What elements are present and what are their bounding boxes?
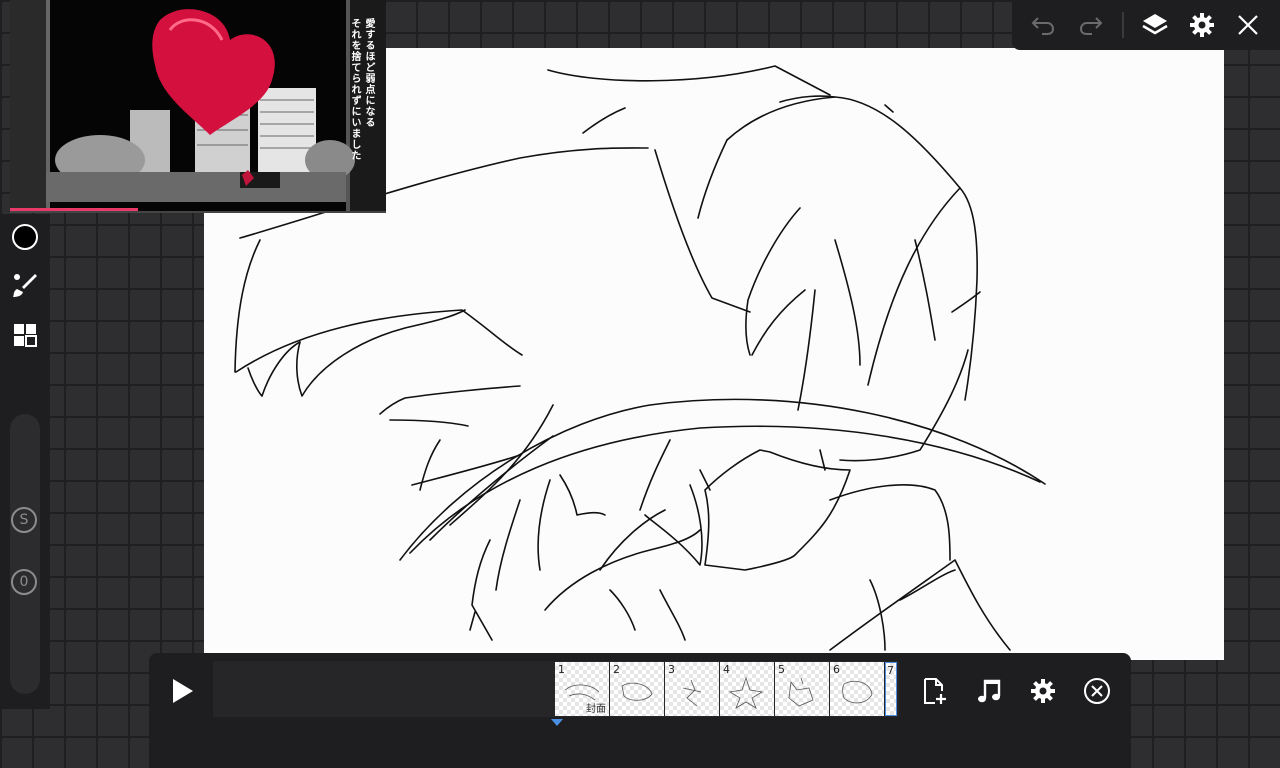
frame-number: 5 [778,663,785,676]
frame-sketch-preview [682,679,702,707]
layers-button[interactable] [1136,6,1174,44]
cover-label: 封面 [586,704,606,715]
gear-icon [1190,13,1214,37]
frame-number: 7 [887,664,894,677]
add-frame-icon [924,678,946,704]
toolbar-divider [1122,12,1124,38]
frame-number: 6 [833,663,840,676]
play-icon [173,679,193,703]
timeline-panel: 1 封面 2 3 4 5 6 7 [149,653,1131,768]
reference-progress-bar [10,208,138,211]
close-icon [1238,15,1258,35]
timeline-settings-button[interactable] [1023,671,1063,711]
brush-icon [13,274,37,297]
frame-sketch-preview [621,682,653,701]
frame-number: 1 [558,663,565,676]
frame-thumbnail[interactable]: 1 封面 [555,662,609,716]
frame-thumbnail[interactable]: 3 [665,662,719,716]
redo-button[interactable] [1072,6,1110,44]
frame-sketch-preview [728,676,764,709]
close-button[interactable] [1229,6,1267,44]
frame-sketch-preview [788,677,814,707]
redo-icon [1079,17,1103,35]
material-tool-button[interactable] [10,320,40,350]
settings-button[interactable] [1183,6,1221,44]
brush-tool-button[interactable] [10,270,40,300]
layers-icon [1142,14,1168,35]
left-tool-panel: S 0 [0,214,50,709]
play-button[interactable] [163,671,203,711]
playhead-marker[interactable] [551,719,563,726]
frame-number: 3 [668,663,675,676]
brush-size-knob[interactable]: S [11,507,37,533]
reference-artwork [10,0,386,211]
timeline-close-button[interactable] [1077,671,1117,711]
music-icon [978,679,1001,703]
frame-sketch-preview [842,680,873,704]
frame-strip[interactable]: 1 封面 2 3 4 5 6 7 [555,662,898,716]
reference-caption-1: 愛するほど弱点になる [363,18,374,128]
color-swatch-button[interactable] [10,222,40,252]
frame-thumbnail[interactable]: 2 [610,662,664,716]
brush-slider-track[interactable] [10,414,40,694]
gear-icon [1031,679,1055,703]
color-swatch-icon [12,224,38,250]
frame-number: 2 [613,663,620,676]
frame-thumbnail-selected[interactable]: 7 [885,662,897,716]
music-button[interactable] [969,671,1009,711]
frame-number: 4 [723,663,730,676]
undo-button[interactable] [1024,6,1062,44]
undo-icon [1031,17,1055,35]
add-frame-button[interactable] [915,671,955,711]
top-toolbar [1012,0,1280,50]
frame-thumbnail[interactable]: 5 [775,662,829,716]
reference-image[interactable]: 愛するほど弱点になる それを捨てられずにいました [10,0,386,213]
frame-thumbnail[interactable]: 4 [720,662,774,716]
brush-opacity-knob[interactable]: 0 [11,569,37,595]
frame-thumbnail[interactable]: 6 [830,662,884,716]
close-circle-icon [1084,678,1110,704]
grid-icon [14,324,37,347]
reference-caption-2: それを捨てられずにいました [349,18,360,161]
